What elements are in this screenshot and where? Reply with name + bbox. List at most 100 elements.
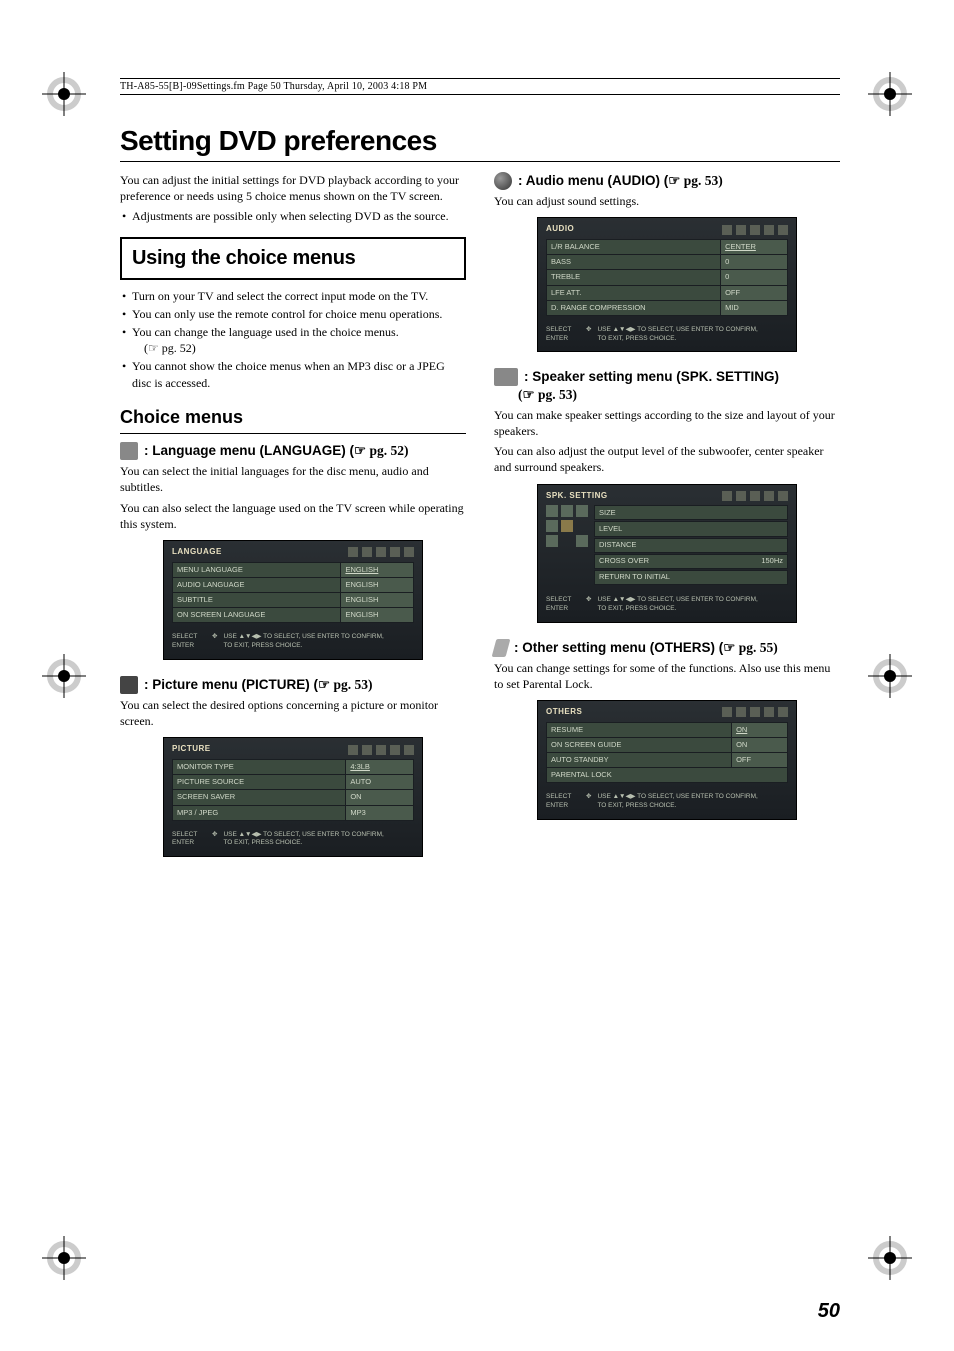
title-rule <box>120 161 840 162</box>
osd-row: AUDIO LANGUAGE <box>173 577 341 592</box>
using-bullet-4: You cannot show the choice menus when an… <box>120 358 466 390</box>
osd-val: ON <box>346 790 414 805</box>
file-path-header: TH-A85-55[B]-09Settings.fm Page 50 Thurs… <box>120 78 840 95</box>
osd-row: MENU LANGUAGE <box>173 562 341 577</box>
osd-foot-hint2: TO EXIT, PRESS CHOICE. <box>597 335 676 342</box>
picture-desc: You can select the desired options conce… <box>120 697 466 729</box>
osd-footer: SELECTENTER ✥ USE ▲▼◀▶ TO SELECT, USE EN… <box>546 596 788 614</box>
osd-val: ENGLISH <box>341 593 414 608</box>
using-bullet-3: You can change the language used in the … <box>120 324 466 356</box>
osd-foot-select: SELECT <box>172 831 206 840</box>
osd-foot-hint2: TO EXIT, PRESS CHOICE. <box>597 605 676 612</box>
osd-tab-icons <box>722 707 788 717</box>
osd-others: OTHERS RESUMEON ON SCREEN GUIDEON AUTO S… <box>537 700 797 820</box>
osd-picture: PICTURE MONITOR TYPE4:3LB PICTURE SOURCE… <box>163 737 423 857</box>
osd-row: RESUME <box>547 722 732 737</box>
osd-val: 0 <box>721 270 788 285</box>
osd-audio: AUDIO L/R BALANCECENTER BASS0 TREBLE0 LF… <box>537 217 797 352</box>
osd-val: MID <box>721 300 788 315</box>
using-choice-menus-heading: Using the choice menus <box>120 237 466 280</box>
lang-pgref: ☞ pg. 52) <box>354 443 408 458</box>
osd-foot-hint1: USE ▲▼◀▶ TO SELECT, USE ENTER TO CONFIRM… <box>223 633 383 640</box>
osd-foot-hint2: TO EXIT, PRESS CHOICE. <box>223 642 302 649</box>
speaker-menu-pgref-line: (☞ pg. 53) <box>494 386 840 404</box>
osd-foot-enter: ENTER <box>172 642 206 651</box>
osd-spk-title: SPK. SETTING <box>546 491 608 502</box>
osd-val: OFF <box>721 285 788 300</box>
osd-row: AUTO STANDBY <box>547 753 732 768</box>
osd-tab-icons <box>722 225 788 235</box>
left-column: You can adjust the initial settings for … <box>120 172 466 873</box>
osd-footer: SELECTENTER ✥ USE ▲▼◀▶ TO SELECT, USE EN… <box>546 326 788 344</box>
registration-mark-br <box>868 1236 912 1280</box>
spk-item: SIZE <box>599 508 616 518</box>
osd-row: PARENTAL LOCK <box>547 768 788 783</box>
registration-mark-tr <box>868 72 912 116</box>
page-number: 50 <box>818 1300 840 1323</box>
spk-item: DISTANCE <box>599 540 636 550</box>
language-desc-1: You can select the initial languages for… <box>120 463 466 495</box>
osd-footer: SELECTENTER ✥ USE ▲▼◀▶ TO SELECT, USE EN… <box>546 793 788 811</box>
osd-foot-enter: ENTER <box>546 802 580 811</box>
osd-row: MP3 / JPEG <box>173 805 346 820</box>
audio-icon <box>494 172 512 190</box>
osd-row: L/R BALANCE <box>547 240 721 255</box>
osd-row: TREBLE <box>547 270 721 285</box>
osd-row: BASS <box>547 255 721 270</box>
osd-row: LFE ATT. <box>547 285 721 300</box>
registration-mark-ml <box>42 654 86 698</box>
audio-heading-text: : Audio menu (AUDIO) ( <box>518 173 668 188</box>
osd-foot-hint1: USE ▲▼◀▶ TO SELECT, USE ENTER TO CONFIRM… <box>597 793 757 800</box>
osd-row: SCREEN SAVER <box>173 790 346 805</box>
osd-row: D. RANGE COMPRESSION <box>547 300 721 315</box>
osd-tab-icons <box>348 547 414 557</box>
picture-menu-heading: : Picture menu (PICTURE) (☞ pg. 53) <box>120 676 466 694</box>
using-bullet-3-text: You can change the language used in the … <box>132 325 399 339</box>
osd-footer: SELECTENTER ✥ USE ▲▼◀▶ TO SELECT, USE EN… <box>172 831 414 849</box>
tool-icon <box>492 639 511 657</box>
osd-foot-hint1: USE ▲▼◀▶ TO SELECT, USE ENTER TO CONFIRM… <box>223 831 383 838</box>
speaker-desc-2: You can also adjust the output level of … <box>494 443 840 475</box>
speaker-menu-heading: : Speaker setting menu (SPK. SETTING) <box>494 368 840 386</box>
other-menu-heading: : Other setting menu (OTHERS) (☞ pg. 55) <box>494 639 840 657</box>
osd-val: ENGLISH <box>341 577 414 592</box>
pic-heading-text: : Picture menu (PICTURE) ( <box>144 677 318 692</box>
picture-icon <box>120 676 138 694</box>
right-column: : Audio menu (AUDIO) (☞ pg. 53) You can … <box>494 172 840 873</box>
osd-foot-select: SELECT <box>546 596 580 605</box>
osd-footer: SELECTENTER ✥ USE ▲▼◀▶ TO SELECT, USE EN… <box>172 633 414 651</box>
osd-val: 0 <box>721 255 788 270</box>
using-bullet-1: Turn on your TV and select the correct i… <box>120 288 466 304</box>
speaker-icon <box>494 368 518 386</box>
speaker-layout-grid <box>546 505 588 586</box>
osd-foot-select: SELECT <box>546 326 580 335</box>
lang-heading-text: : Language menu (LANGUAGE) ( <box>144 443 354 458</box>
osd-val: MP3 <box>346 805 414 820</box>
osd-row: ON SCREEN GUIDE <box>547 738 732 753</box>
osd-val: ON <box>732 722 788 737</box>
osd-val: ENGLISH <box>341 562 414 577</box>
osd-tab-icons <box>722 491 788 501</box>
osd-foot-hint2: TO EXIT, PRESS CHOICE. <box>597 802 676 809</box>
osd-foot-enter: ENTER <box>546 605 580 614</box>
osd-tab-icons <box>348 745 414 755</box>
using-bullet-2: You can only use the remote control for … <box>120 306 466 322</box>
osd-row: ON SCREEN LANGUAGE <box>173 608 341 623</box>
registration-mark-bl <box>42 1236 86 1280</box>
audio-pgref: ☞ pg. 53) <box>668 173 722 188</box>
spk-return: RETURN TO INITIAL <box>599 572 670 582</box>
osd-row: SUBTITLE <box>173 593 341 608</box>
other-pgref: ☞ pg. 55) <box>723 640 777 655</box>
osd-language: LANGUAGE MENU LANGUAGEENGLISH AUDIO LANG… <box>163 540 423 660</box>
osd-foot-hint2: TO EXIT, PRESS CHOICE. <box>223 839 302 846</box>
osd-row: MONITOR TYPE <box>173 760 346 775</box>
spk-heading-text: : Speaker setting menu (SPK. SETTING) <box>524 368 779 386</box>
osd-other-title: OTHERS <box>546 707 582 718</box>
osd-foot-select: SELECT <box>172 633 206 642</box>
osd-foot-enter: ENTER <box>546 335 580 344</box>
spk-list: SIZE LEVEL DISTANCE CROSS OVER150Hz RETU… <box>594 505 788 586</box>
pic-pgref: ☞ pg. 53) <box>318 677 372 692</box>
spk-cross-val: 150Hz <box>761 556 783 566</box>
other-desc: You can change settings for some of the … <box>494 660 840 692</box>
osd-val: CENTER <box>721 240 788 255</box>
